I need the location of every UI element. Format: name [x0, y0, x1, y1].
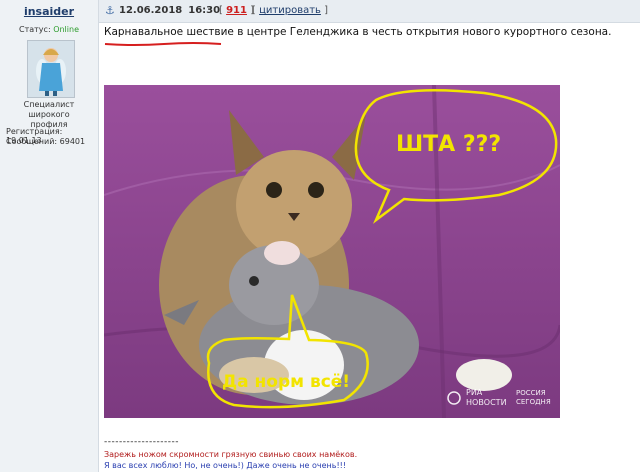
- post-header: ⚓ 12.06.2018 16:30 [ 911 ] [ цитировать ]: [99, 0, 640, 23]
- bracket-open: [: [219, 5, 223, 16]
- signature-line-2: Я вас всех люблю! Но, не очень!) Даже оч…: [104, 461, 347, 470]
- watermark-line3: РОССИЯ: [516, 389, 546, 397]
- user-status: Статус: Online: [0, 25, 98, 34]
- quote-bracket-close: ]: [324, 5, 329, 16]
- post-image[interactable]: ШТА ??? Да норм всё! РИА НОВОСТИ РОССИЯ …: [104, 85, 560, 418]
- bubble-top-text: ШТА ???: [396, 132, 501, 157]
- post-date: 12.06.2018: [119, 5, 183, 16]
- status-label: Статус:: [19, 25, 51, 34]
- post-body: Карнавальное шествие в центре Геленджика…: [99, 23, 640, 472]
- signature-line-1: Зарежь ножом скромности грязную свинью с…: [104, 450, 358, 459]
- user-title: Специалист широкого профиля: [4, 100, 94, 130]
- status-online: Online: [53, 25, 79, 34]
- quote-link[interactable]: цитировать: [259, 5, 321, 16]
- post-datetime: 12.06.2018 16:30: [119, 5, 220, 16]
- red-underline-mark: [104, 42, 222, 46]
- username-link[interactable]: insaider: [0, 5, 98, 18]
- user-sidebar: insaider Статус: Online Специалист широк…: [0, 0, 99, 472]
- signature-divider: --------------------: [104, 437, 179, 447]
- avatar-figure-icon: [28, 41, 74, 97]
- kittens-photo: ШТА ??? Да норм всё! РИА НОВОСТИ РОССИЯ …: [104, 85, 560, 418]
- post-number-group: [ 911 ]: [219, 5, 254, 16]
- watermark-line4: СЕГОДНЯ: [516, 398, 551, 406]
- user-title-line1: Специалист широкого: [23, 100, 75, 119]
- posts-count: Сообщений: 69401: [6, 137, 86, 146]
- quote-bracket-open: [: [252, 5, 256, 16]
- post-time: 16:30: [188, 5, 221, 16]
- bubble-bottom-text: Да норм всё!: [222, 372, 350, 392]
- anchor-icon[interactable]: ⚓: [105, 4, 115, 17]
- watermark-line1: РИА: [466, 388, 483, 397]
- quote-group: [ цитировать ]: [252, 5, 328, 16]
- avatar[interactable]: [27, 40, 75, 98]
- post-number-link[interactable]: 911: [226, 5, 247, 16]
- watermark-line2: НОВОСТИ: [466, 398, 507, 407]
- post-text: Карнавальное шествие в центре Геленджика…: [104, 26, 612, 38]
